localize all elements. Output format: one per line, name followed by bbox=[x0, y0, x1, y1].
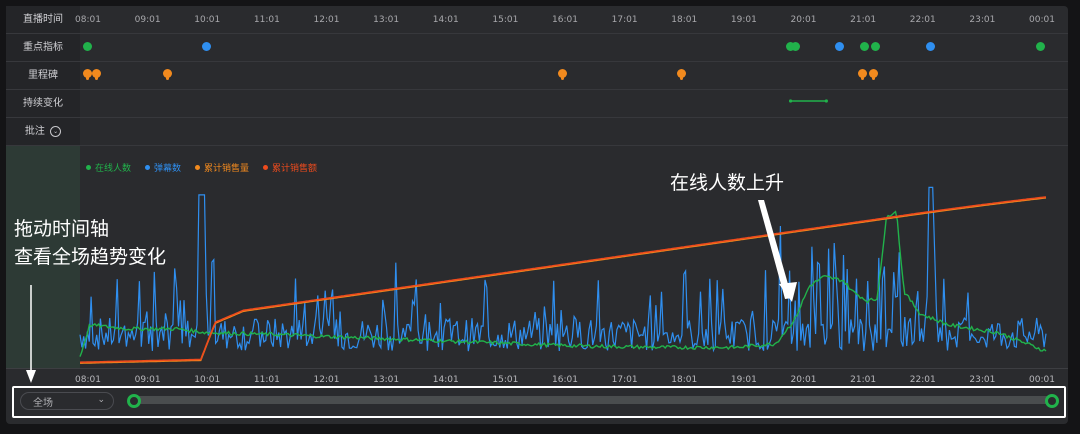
range-select[interactable]: 全场 ⌄ bbox=[20, 392, 114, 410]
left-annotation-line2: 查看全场趋势变化 bbox=[14, 246, 167, 268]
legend-item-cum-sales-qty[interactable]: 累计销售量 bbox=[195, 161, 249, 174]
left-annotation-arrowhead bbox=[26, 370, 36, 383]
right-annotation: 在线人数上升 bbox=[670, 172, 785, 194]
legend-label: 累计销售量 bbox=[204, 164, 250, 174]
legend-label: 累计销售额 bbox=[272, 164, 318, 174]
timeline-slider-track[interactable] bbox=[132, 396, 1052, 404]
legend-item-online[interactable]: 在线人数 bbox=[86, 161, 131, 174]
live-timeline-dashboard: 直播时间 重点指标 里程碑 持续变化 批注 ⌄ 08:01 09:01 10:01 1… bbox=[0, 0, 1080, 434]
series-danmu-line bbox=[79, 186, 1047, 353]
continuous-change-start bbox=[788, 99, 793, 103]
chevron-down-icon: ⌄ bbox=[97, 395, 105, 405]
timeline-slider-end-handle[interactable] bbox=[1045, 394, 1059, 408]
continuous-change-end bbox=[824, 99, 828, 103]
legend-label: 在线人数 bbox=[95, 164, 132, 174]
legend-item-danmu[interactable]: 弹幕数 bbox=[145, 161, 181, 174]
legend-swatch bbox=[145, 165, 151, 170]
legend-label: 弹幕数 bbox=[154, 164, 182, 174]
left-annotation-line1: 拖动时间轴 bbox=[14, 218, 110, 240]
timeline-slider-start-handle[interactable] bbox=[127, 394, 141, 408]
trend-chart bbox=[26, 99, 1047, 383]
chart-legend: 在线人数 弹幕数 累计销售量 累计销售额 bbox=[86, 161, 317, 174]
legend-swatch bbox=[195, 165, 201, 170]
legend-swatch bbox=[263, 165, 269, 170]
range-select-value: 全场 bbox=[33, 397, 53, 409]
legend-item-cum-sales-amt[interactable]: 累计销售额 bbox=[263, 161, 317, 174]
legend-swatch bbox=[86, 165, 91, 170]
